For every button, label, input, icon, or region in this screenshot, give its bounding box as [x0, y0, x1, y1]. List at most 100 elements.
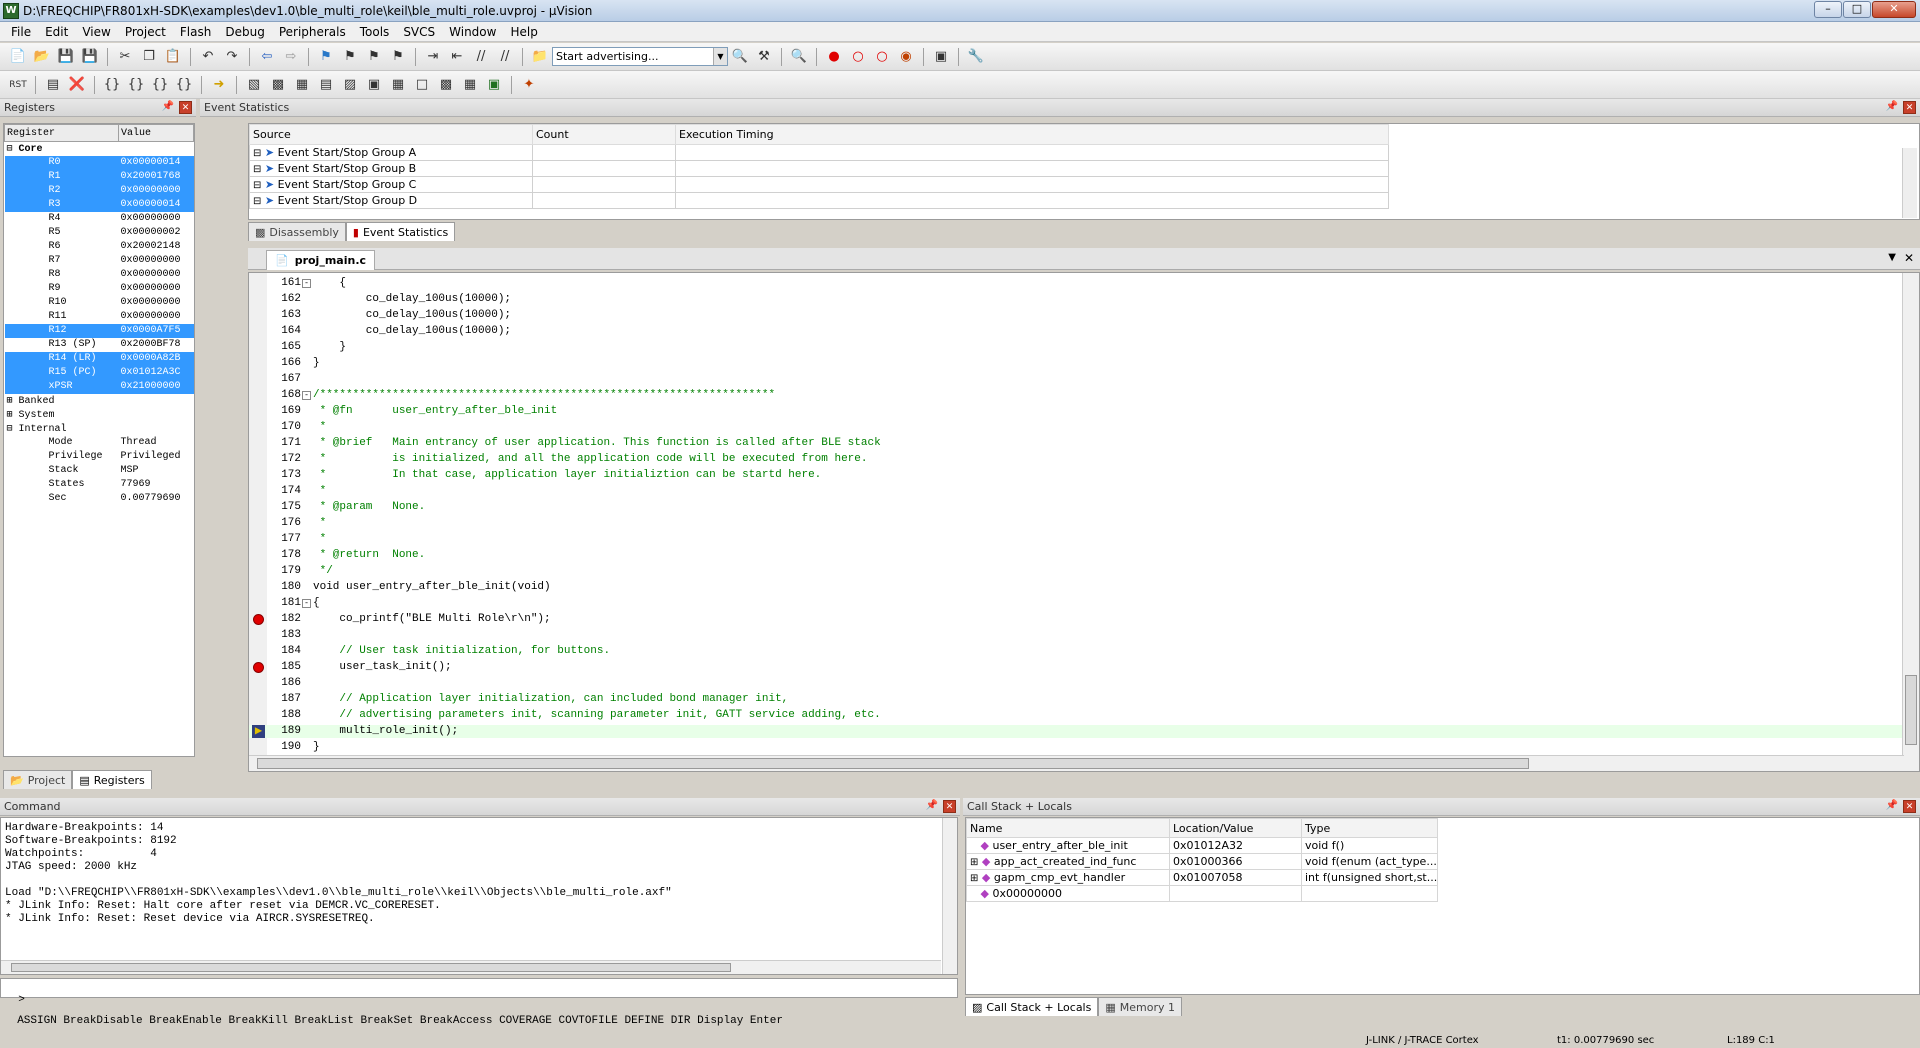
fold-icon[interactable]: -	[302, 599, 311, 608]
menu-file[interactable]: File	[4, 25, 38, 39]
register-value[interactable]: 0x00000002	[119, 226, 194, 240]
register-value[interactable]: 0x00000000	[119, 268, 194, 282]
event-row[interactable]: ⊟ ➤ Event Start/Stop Group C	[249, 176, 1389, 193]
disable-breakpoints-icon[interactable]: ○	[871, 46, 893, 68]
comment-icon[interactable]: //	[470, 46, 492, 68]
code-line[interactable]: 178 * @return None.	[249, 549, 1904, 562]
menu-flash[interactable]: Flash	[173, 25, 218, 39]
group-core[interactable]: ⊟ Core	[5, 142, 194, 156]
close-icon[interactable]: ✕	[1903, 101, 1916, 114]
horizontal-scrollbar[interactable]	[249, 755, 1904, 771]
find-combo[interactable]: Start advertising... ▼	[552, 47, 728, 66]
register-row[interactable]: R10 0x00000000	[5, 296, 194, 310]
code-line[interactable]: 164 co_delay_100us(10000);	[249, 325, 1904, 338]
save-icon[interactable]: 💾	[55, 46, 77, 68]
callstack-row[interactable]: ◆ user_entry_after_ble_init 0x01012A32 voi…	[966, 837, 1439, 854]
register-value[interactable]: 0x21000000	[118, 379, 194, 394]
close-button[interactable]: ✕	[1872, 1, 1916, 18]
vertical-scrollbar[interactable]	[1902, 273, 1919, 771]
code-line[interactable]: 183	[249, 629, 1904, 642]
register-row[interactable]: R0 0x00000014	[4, 155, 194, 170]
stop-icon[interactable]: ❌	[66, 74, 88, 96]
code-line[interactable]: 176 *	[249, 517, 1904, 530]
disassembly-window-icon[interactable]: ▩	[267, 74, 289, 96]
incremental-find-icon[interactable]: ⚒	[753, 46, 775, 68]
new-file-icon[interactable]: 📄	[7, 46, 29, 68]
code-line[interactable]: 174 *	[249, 485, 1904, 498]
register-value[interactable]: 0x01012A3C	[118, 365, 194, 380]
register-row[interactable]: R3 0x00000014	[4, 197, 194, 212]
register-value[interactable]: 0x0000A82B	[118, 351, 194, 366]
copy-icon[interactable]: ❐	[138, 46, 160, 68]
code-line[interactable]: 180 void user_entry_after_ble_init(void)	[249, 581, 1904, 594]
collapse-icon[interactable]: ⊟	[7, 424, 13, 435]
scroll-thumb[interactable]	[11, 963, 731, 972]
code-line[interactable]: 173 * In that case, application layer in…	[249, 469, 1904, 482]
close-icon[interactable]: ✕	[1903, 800, 1916, 813]
group-system[interactable]: ⊞ System	[5, 408, 194, 422]
count-column-header[interactable]: Count	[532, 124, 676, 145]
code-line[interactable]: 162 co_delay_100us(10000);	[249, 293, 1904, 306]
menu-project[interactable]: Project	[118, 25, 173, 39]
open-file-icon[interactable]: 📂	[31, 46, 53, 68]
maximize-button[interactable]: □	[1843, 1, 1871, 18]
run-to-cursor-icon[interactable]: {}	[173, 74, 195, 96]
code-line[interactable]: 165 }	[249, 341, 1904, 354]
group-internal[interactable]: ⊟ Internal	[5, 422, 194, 436]
event-row[interactable]: ⊟ ➤ Event Start/Stop Group B	[249, 160, 1389, 177]
code-line[interactable]: 168 /************************************…	[249, 389, 1904, 402]
command-input[interactable]: >	[0, 978, 958, 1006]
code-line[interactable]: 170 *	[249, 421, 1904, 434]
name-column-header[interactable]: Name	[966, 818, 1170, 838]
internal-row[interactable]: Sec 0.00779690	[5, 492, 194, 506]
code-line[interactable]: 184 // User task initialization, for but…	[249, 645, 1904, 658]
code-line[interactable]: 172 * is initialized, and all the applic…	[249, 453, 1904, 466]
tab-event-statistics[interactable]: ▮ Event Statistics	[345, 222, 456, 241]
tab-call-stack[interactable]: ▨ Call Stack + Locals	[965, 997, 1099, 1016]
undo-icon[interactable]: ↶	[197, 46, 219, 68]
enable-breakpoint-icon[interactable]: ○	[847, 46, 869, 68]
bookmark-icon[interactable]: ⚑	[315, 46, 337, 68]
register-value[interactable]: 0x2000BF78	[119, 338, 194, 352]
tab-registers[interactable]: ▤ Registers	[72, 770, 152, 789]
menu-help[interactable]: Help	[503, 25, 544, 39]
pin-icon[interactable]: 📌	[926, 800, 938, 811]
bookmark-clear-icon[interactable]: ⚑	[387, 46, 409, 68]
kill-breakpoints-icon[interactable]: ◉	[895, 46, 917, 68]
show-next-statement-icon[interactable]: ➜	[208, 74, 230, 96]
close-icon[interactable]: ✕	[943, 800, 956, 813]
menu-tools[interactable]: Tools	[353, 25, 397, 39]
close-icon[interactable]: ✕	[179, 101, 192, 114]
register-row[interactable]: R1 0x20001768	[4, 169, 194, 184]
event-row[interactable]: ⊟ ➤ Event Start/Stop Group A	[249, 144, 1389, 161]
toolbox-icon[interactable]: ✦	[518, 74, 540, 96]
reset-icon[interactable]: RST	[7, 74, 29, 96]
register-row[interactable]: R11 0x00000000	[5, 310, 194, 324]
fold-icon[interactable]: -	[302, 279, 311, 288]
find-icon[interactable]: 🔍	[729, 46, 751, 68]
register-value[interactable]: 0x00000014	[118, 155, 194, 170]
find-in-files-icon[interactable]: 📁	[529, 46, 551, 68]
menu-debug[interactable]: Debug	[218, 25, 271, 39]
menu-edit[interactable]: Edit	[38, 25, 75, 39]
vertical-scrollbar[interactable]	[1902, 148, 1917, 218]
symbols-window-icon[interactable]: ▦	[291, 74, 313, 96]
code-line[interactable]: 171 * @brief Main entrancy of user appli…	[249, 437, 1904, 450]
debug-session-icon[interactable]: 🔍	[788, 46, 810, 68]
event-row[interactable]: ⊟ ➤ Event Start/Stop Group D	[249, 192, 1389, 209]
internal-row[interactable]: Privilege Privileged	[5, 450, 194, 464]
code-line[interactable]: 181 {-	[249, 597, 1904, 610]
internal-row[interactable]: Stack MSP	[5, 464, 194, 478]
register-value[interactable]: 0x00000000	[119, 310, 194, 324]
expand-icon[interactable]: ⊞	[970, 857, 978, 868]
code-line[interactable]: 185 user_task_init();	[249, 661, 1904, 674]
window-layout-icon[interactable]: ▣	[930, 46, 952, 68]
vertical-scrollbar[interactable]	[942, 818, 957, 974]
nav-back-icon[interactable]: ⇦	[256, 46, 278, 68]
save-all-icon[interactable]: 💾	[79, 46, 101, 68]
uncomment-icon[interactable]: //	[494, 46, 516, 68]
register-value[interactable]: 0x00000000	[119, 296, 194, 310]
scroll-thumb[interactable]	[257, 758, 1529, 769]
value-column-header[interactable]: Value	[118, 124, 194, 142]
insert-breakpoint-icon[interactable]: ●	[823, 46, 845, 68]
